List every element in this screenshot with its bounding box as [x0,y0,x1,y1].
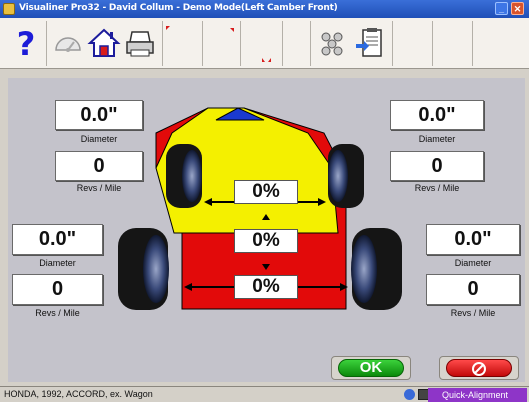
home-icon[interactable] [86,22,122,66]
front-right-wheel-icon [328,144,364,208]
user-icon [404,389,415,400]
app-window: Visualiner Pro32 - David Collum - Demo M… [0,0,529,402]
front-left-revs-value[interactable]: 0 [55,151,143,181]
close-button[interactable]: ✕ [511,2,524,15]
toolbar-separator [282,21,283,66]
ok-button-label: OK [359,359,383,376]
toolbar-separator [202,21,203,66]
toolbar-separator [46,21,47,66]
toolbar-separator [392,21,393,66]
specifications-icon[interactable] [352,22,388,66]
rear-left-revs-label: Revs / Mile [35,308,80,318]
toolbar-separator [472,21,473,66]
minimize-button[interactable]: _ [495,2,508,15]
title-bar: Visualiner Pro32 - David Collum - Demo M… [0,0,529,18]
rear-left-revs-value[interactable]: 0 [12,274,103,305]
camber-corner-front-left[interactable] [164,22,202,66]
gauge-icon[interactable] [50,22,86,66]
toolbar-separator [162,21,163,66]
app-icon [3,3,15,15]
rear-right-revs-label: Revs / Mile [450,308,496,318]
middle-percentage: 0% [234,229,298,253]
rear-right-diameter-value[interactable]: 0.0" [426,224,520,255]
ok-button[interactable]: OK [331,356,411,380]
window-title: Visualiner Pro32 - David Collum - Demo M… [19,3,338,13]
front-right-revs-value[interactable]: 0 [390,151,484,181]
status-bar: HONDA, 1992, ACCORD, ex. Wagon Quick-Ali… [0,386,529,402]
rear-right-revs-value[interactable]: 0 [426,274,520,305]
front-right-diameter-label: Diameter [418,134,456,144]
toolbar-separator [310,21,311,66]
printer-icon[interactable] [122,22,158,66]
rear-left-diameter-value[interactable]: 0.0" [12,224,103,255]
front-left-revs-label: Revs / Mile [76,183,122,193]
toolbar-separator [432,21,433,66]
camber-corner-rear[interactable] [242,22,280,66]
rear-left-wheel-icon [118,228,169,310]
vehicle-info: HONDA, 1992, ACCORD, ex. Wagon [4,389,153,399]
alignment-mode: Quick-Alignment [428,388,527,402]
front-left-diameter-label: Diameter [80,134,118,144]
toolbar: ? [0,18,529,69]
rear-right-wheel-icon [351,228,402,310]
front-left-diameter-value[interactable]: 0.0" [55,100,143,130]
cancel-button[interactable] [439,356,519,380]
rear-percentage: 0% [234,275,298,299]
help-icon[interactable]: ? [8,22,44,66]
toolbar-separator [240,21,241,66]
front-percentage: 0% [234,180,298,204]
front-right-revs-label: Revs / Mile [414,183,460,193]
rear-left-diameter-label: Diameter [39,258,76,268]
front-right-diameter-value[interactable]: 0.0" [390,100,484,130]
camber-corner-front-right[interactable] [204,22,240,66]
front-left-wheel-icon [166,144,202,208]
main-panel: 0% 0% 0% 0.0" Diameter 0 Revs / Mile 0.0… [8,78,525,382]
rear-right-diameter-label: Diameter [454,258,492,268]
cancel-icon [472,362,486,376]
tire-runout-icon[interactable] [314,22,350,66]
